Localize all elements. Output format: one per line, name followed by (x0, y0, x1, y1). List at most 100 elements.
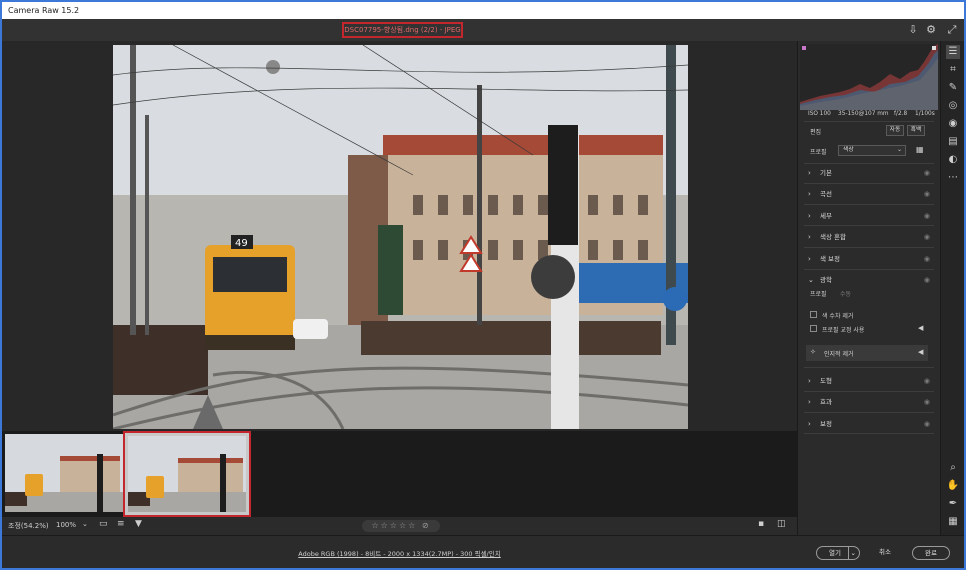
reject-icon[interactable]: ⊘ (422, 521, 431, 530)
aperture-value: f/2.8 (894, 111, 908, 117)
edit-label: 편집 (810, 129, 822, 136)
triangle-left-icon[interactable]: ◀ (918, 348, 923, 356)
divider (804, 247, 934, 248)
optics-tab-profile[interactable]: 프로필 (810, 289, 827, 298)
filmstrip-thumb-selected[interactable] (123, 431, 251, 517)
presets-icon[interactable]: ◐ (946, 153, 960, 167)
eye-icon[interactable]: ◉ (924, 417, 930, 431)
filter-icon[interactable]: ▼ (135, 519, 142, 529)
optics-tab-manual[interactable]: 수동 (840, 289, 851, 298)
file-title: DSC07795-향상됨.dng (2/2) - JPEG (342, 22, 463, 38)
eye-icon[interactable]: ◉ (924, 252, 930, 266)
section-detail-label: 세부 (820, 212, 832, 220)
chevron-right-icon: › (808, 420, 811, 428)
sort-icon[interactable]: ≡ (117, 519, 125, 529)
more-icon[interactable]: ⋯ (946, 171, 960, 185)
eye-icon[interactable]: ◉ (924, 273, 930, 287)
chevron-down-icon: ⌄ (808, 276, 814, 284)
divider (804, 183, 934, 184)
fullscreen-icon[interactable]: ⤢ (945, 23, 959, 37)
black-white-button[interactable]: 흑백 (907, 125, 925, 136)
save-icon[interactable]: ⇩ (906, 23, 920, 37)
profile-label: 프로필 (810, 149, 827, 156)
auto-button[interactable]: 자동 (886, 125, 904, 136)
zoom-percent-select[interactable]: 100% (56, 521, 76, 529)
profile-select[interactable]: 색상 ⌄ (838, 145, 906, 156)
done-button[interactable]: 완료 (912, 546, 950, 560)
section-effects-label: 효과 (820, 398, 832, 406)
section-color-grading[interactable]: › 색 보정 ◉ (804, 252, 934, 266)
use-profile-checkbox[interactable] (810, 325, 817, 332)
chevron-down-icon[interactable]: ⌄ (847, 547, 856, 559)
snapshots-icon[interactable]: ▤ (946, 135, 960, 149)
profile-select-value: 색상 (843, 147, 854, 153)
bottom-toolbar: 조정(54.2%) 100% ⌄ ▭ ≡ ▼ ☆☆☆☆☆ ⊘ ▪ ◫ (2, 517, 797, 535)
section-effects[interactable]: › 효과 ◉ (804, 395, 934, 409)
mask-icon[interactable]: ◎ (946, 99, 960, 113)
eye-icon[interactable]: ◉ (924, 209, 930, 223)
histogram (800, 44, 938, 110)
cancel-button[interactable]: 취소 (870, 546, 900, 560)
eye-icon[interactable]: ◉ (924, 187, 930, 201)
grid-icon[interactable]: ▦ (946, 515, 960, 529)
top-bar: DSC07795-향상됨.dng (2/2) - JPEG ⇩ ⚙ ⤢ (2, 19, 964, 41)
filmstrip (2, 431, 797, 517)
divider (804, 367, 934, 368)
crop-icon[interactable]: ⌗ (946, 63, 960, 77)
section-basic[interactable]: › 기본 ◉ (804, 166, 934, 180)
open-button[interactable]: 열기 ⌄ (816, 546, 860, 560)
sparkle-icon: ✧ (810, 348, 816, 356)
preview-toggle-icon[interactable]: ▭ (99, 519, 108, 529)
shutter-value: 1/100s (915, 111, 935, 117)
distraction-removal-label: 인지적 제거 (824, 351, 854, 358)
chevron-right-icon: › (808, 169, 811, 177)
eye-icon[interactable]: ◉ (924, 230, 930, 244)
crop-preview-icon[interactable]: ▪ (758, 519, 764, 529)
chevron-right-icon: › (808, 255, 811, 263)
profile-browser-icon[interactable]: ▦ (916, 145, 924, 154)
star-rating[interactable]: ☆☆☆☆☆ ⊘ (362, 520, 440, 532)
eye-icon[interactable]: ◉ (924, 166, 930, 180)
iso-value: ISO 100 (808, 111, 831, 117)
filmstrip-thumb[interactable] (5, 434, 123, 512)
section-optics[interactable]: ⌄ 광학 ◉ (804, 273, 934, 287)
section-calibration[interactable]: › 보정 ◉ (804, 417, 934, 431)
red-eye-icon[interactable]: ◉ (946, 117, 960, 131)
color-sampler-icon[interactable]: ✒ (946, 497, 960, 511)
section-geometry[interactable]: › 도형 ◉ (804, 374, 934, 388)
chevron-right-icon: › (808, 377, 811, 385)
triangle-left-icon[interactable]: ◀ (918, 324, 923, 332)
distraction-removal-row[interactable]: ✧ 인지적 제거 ◀ (806, 345, 928, 361)
healing-brush-icon[interactable]: ✎ (946, 81, 960, 95)
section-curve[interactable]: › 곡선 ◉ (804, 187, 934, 201)
chevron-right-icon: › (808, 212, 811, 220)
remove-ca-label: 색 수차 제거 (822, 313, 854, 320)
edit-sliders-icon[interactable]: ☰ (946, 45, 960, 59)
compare-view-icon[interactable]: ◫ (777, 519, 786, 529)
divider (804, 269, 934, 270)
section-color-mixer-label: 색상 혼합 (820, 233, 846, 241)
section-calibration-label: 보정 (820, 420, 832, 428)
chevron-down-icon: ⌄ (897, 147, 902, 153)
eye-icon[interactable]: ◉ (924, 374, 930, 388)
section-detail[interactable]: › 세부 ◉ (804, 209, 934, 223)
open-button-label: 열기 (829, 549, 841, 557)
zoom-fit-label[interactable]: 조정(54.2%) (8, 521, 49, 531)
hand-icon[interactable]: ✋ (946, 479, 960, 493)
section-color-mixer[interactable]: › 색상 혼합 ◉ (804, 230, 934, 244)
gear-icon[interactable]: ⚙ (924, 23, 938, 37)
chevron-right-icon: › (808, 190, 811, 198)
remove-ca-checkbox[interactable] (810, 311, 817, 318)
zoom-icon[interactable]: ⌕ (946, 461, 960, 475)
eye-icon[interactable]: ◉ (924, 395, 930, 409)
divider (804, 412, 934, 413)
tool-strip: ☰ ⌗ ✎ ◎ ◉ ▤ ◐ ⋯ ⌕ ✋ ✒ ▦ (940, 41, 964, 535)
rating-stars[interactable]: ☆☆☆☆☆ (371, 521, 417, 530)
chevron-down-icon[interactable]: ⌄ (82, 520, 88, 528)
divider (804, 433, 934, 434)
window-title: Camera Raw 15.2 (2, 2, 964, 19)
workflow-options-link[interactable]: Adobe RGB (1998) - 8비트 - 2000 x 1334(2.7… (2, 548, 797, 558)
section-basic-label: 기본 (820, 169, 832, 177)
photo-preview: 49 (113, 45, 688, 429)
chevron-right-icon: › (808, 398, 811, 406)
